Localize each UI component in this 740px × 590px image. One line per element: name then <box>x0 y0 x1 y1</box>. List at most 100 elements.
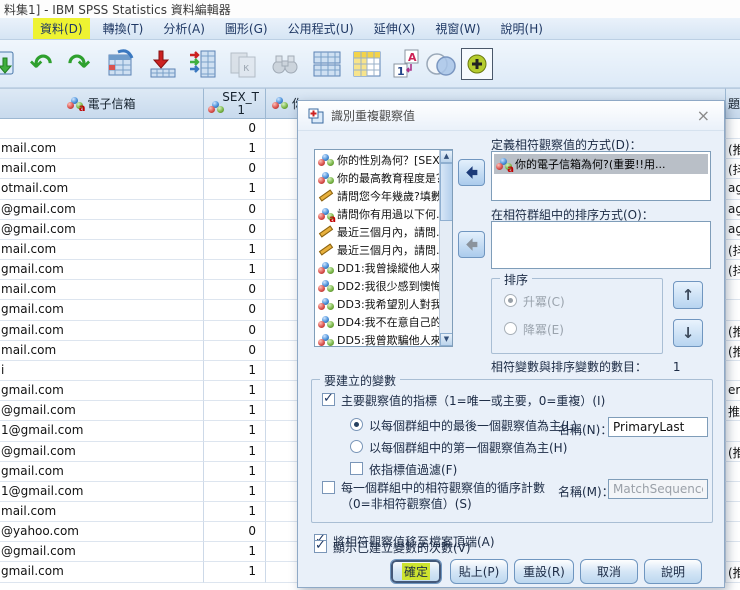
cell-email[interactable]: mail.com <box>0 501 204 523</box>
cell-edge[interactable] <box>726 360 740 382</box>
cell-edge[interactable]: 推 <box>726 401 740 422</box>
move-to-sort-button[interactable] <box>458 231 485 258</box>
column-header-edge[interactable]: 題 <box>726 88 740 119</box>
menu-item-d[interactable]: 資料(D) <box>33 18 90 39</box>
cell-sex[interactable]: 1 <box>204 481 266 502</box>
variable-list-item[interactable]: DD3:我希望別人對我... <box>315 295 452 313</box>
dialog-titlebar[interactable]: 識別重複觀察值 × <box>298 101 724 131</box>
help-button[interactable]: 說明 <box>644 559 702 584</box>
value-labels-icon[interactable]: A 1 <box>390 47 424 81</box>
cell-edge[interactable] <box>726 280 740 301</box>
cell-edge[interactable]: (推 <box>726 441 740 462</box>
variable-list-item[interactable]: DD5:我曾欺騙他人來... <box>315 331 452 346</box>
menu-item-t[interactable]: 轉換(T) <box>96 18 151 39</box>
primary-name-input[interactable] <box>608 417 708 437</box>
cell-edge[interactable]: (推 <box>726 320 740 341</box>
cell-edge[interactable] <box>726 481 740 502</box>
find-icon[interactable] <box>268 47 302 81</box>
column-header-email[interactable]: a 電子信箱 <box>0 88 204 119</box>
menu-item-g[interactable]: 圖形(G) <box>218 18 275 39</box>
insert-cases-icon[interactable] <box>146 47 180 81</box>
cell-edge[interactable]: (推 <box>726 562 740 583</box>
menu-item-h[interactable]: 說明(H) <box>494 18 550 39</box>
scroll-up-icon[interactable]: ▲ <box>440 150 452 163</box>
cell-email[interactable]: @gmail.com <box>0 542 204 563</box>
cell-email[interactable]: gmail.com <box>0 381 204 402</box>
sort-variables-box[interactable] <box>491 221 711 269</box>
cell-sex[interactable]: 1 <box>204 260 266 281</box>
cell-sex[interactable]: 1 <box>204 239 266 261</box>
ok-button[interactable]: 確定 <box>390 559 442 584</box>
cell-email[interactable]: mail.com <box>0 340 204 361</box>
cancel-button[interactable]: 取消 <box>580 559 638 584</box>
display-frequencies-checkbox[interactable]: 顯示已建立變數的次數(V) <box>314 538 471 556</box>
cell-edge[interactable] <box>726 421 740 442</box>
variable-list-item[interactable]: DD2:我很少感到懊悔... <box>315 277 452 295</box>
redo-icon[interactable]: ↷ <box>62 47 96 81</box>
paste-button[interactable]: 貼上(P) <box>450 559 508 584</box>
move-up-button[interactable]: ↑ <box>673 281 703 309</box>
show-all-variables-icon[interactable] <box>460 47 494 81</box>
cell-sex[interactable]: 1 <box>204 542 266 563</box>
match-sequence-name-input[interactable] <box>608 479 708 499</box>
reset-button[interactable]: 重設(R) <box>514 559 574 584</box>
menu-item-x[interactable]: 延伸(X) <box>367 18 423 39</box>
cell-email[interactable]: mail.com <box>0 159 204 180</box>
save-icon[interactable] <box>0 47 20 81</box>
cell-email[interactable]: @gmail.com <box>0 219 204 240</box>
cell-edge[interactable]: (抖 <box>726 239 740 261</box>
cell-sex[interactable]: 1 <box>204 562 266 583</box>
descending-radio[interactable]: 降冪(E) <box>504 321 564 338</box>
cell-edge[interactable]: age <box>726 179 740 200</box>
cell-email[interactable]: mail.com <box>0 280 204 301</box>
cell-edge[interactable] <box>726 461 740 482</box>
cell-email[interactable]: i <box>0 360 204 382</box>
cell-edge[interactable]: (抖 <box>726 260 740 281</box>
cell-email[interactable]: mail.com <box>0 239 204 261</box>
cell-edge[interactable]: (推 <box>726 139 740 160</box>
cell-sex[interactable]: 0 <box>204 159 266 180</box>
cell-sex[interactable]: 0 <box>204 280 266 301</box>
menu-item-w[interactable]: 視窗(W) <box>428 18 487 39</box>
cell-email[interactable]: otmail.com <box>0 179 204 200</box>
menu-item-a[interactable]: 分析(A) <box>156 18 212 39</box>
cell-sex[interactable]: 1 <box>204 421 266 442</box>
move-to-define-button[interactable] <box>458 159 485 186</box>
cell-sex[interactable]: 1 <box>204 441 266 462</box>
cell-sex[interactable]: 0 <box>204 340 266 361</box>
close-icon[interactable]: × <box>693 106 714 125</box>
cell-email[interactable]: @gmail.com <box>0 401 204 422</box>
cell-sex[interactable]: 1 <box>204 381 266 402</box>
value-labels-grid-icon[interactable] <box>350 47 384 81</box>
selected-variable[interactable]: a 你的電子信箱為何?(重要!!用... <box>494 154 708 174</box>
recall-dialogs-icon[interactable] <box>104 47 138 81</box>
matching-variables-box[interactable]: a 你的電子信箱為何?(重要!!用... <box>491 151 711 201</box>
variable-list-item[interactable]: DD4:我不在意自己的... <box>315 313 452 331</box>
cell-edge[interactable] <box>726 119 740 140</box>
primary-indicator-checkbox[interactable]: 主要觀察值的指標（1=唯一或主要，0=重複）(I) <box>322 391 605 409</box>
cell-edge[interactable] <box>726 300 740 321</box>
variable-list-item[interactable]: 你的性別為何？[SEX_... <box>315 151 452 169</box>
last-case-radio[interactable]: 以每個群組中的最後一個觀察值為主(L) <box>350 417 577 434</box>
scrollbar-thumb[interactable] <box>440 163 452 221</box>
use-variable-sets-icon[interactable] <box>424 47 458 81</box>
cell-sex[interactable]: 0 <box>204 522 266 543</box>
cell-edge[interactable]: (推 <box>726 340 740 361</box>
cell-edge[interactable]: age <box>726 219 740 240</box>
cell-email[interactable]: gmail.com <box>0 320 204 341</box>
cell-email[interactable]: mail.com <box>0 139 204 160</box>
variable-list-item[interactable]: 你的最高教育程度是？... <box>315 169 452 187</box>
variable-list-item[interactable]: 最近三個月內，請問... <box>315 241 452 259</box>
cell-email[interactable]: 1@gmail.com <box>0 481 204 502</box>
cell-email[interactable]: @yahoo.com <box>0 522 204 543</box>
cell-edge[interactable] <box>726 522 740 543</box>
cell-sex[interactable]: 0 <box>204 320 266 341</box>
cell-sex[interactable]: 1 <box>204 401 266 422</box>
scroll-down-icon[interactable]: ▼ <box>440 333 452 346</box>
variable-list-item[interactable]: a 請問你有用過以下何... <box>315 205 452 223</box>
cell-email[interactable]: @gmail.com <box>0 199 204 220</box>
cell-email[interactable]: gmail.com <box>0 461 204 482</box>
variable-list-item[interactable]: DD1:我曾操縱他人來... <box>315 259 452 277</box>
cell-sex[interactable]: 1 <box>204 461 266 482</box>
cell-email[interactable]: gmail.com <box>0 300 204 321</box>
